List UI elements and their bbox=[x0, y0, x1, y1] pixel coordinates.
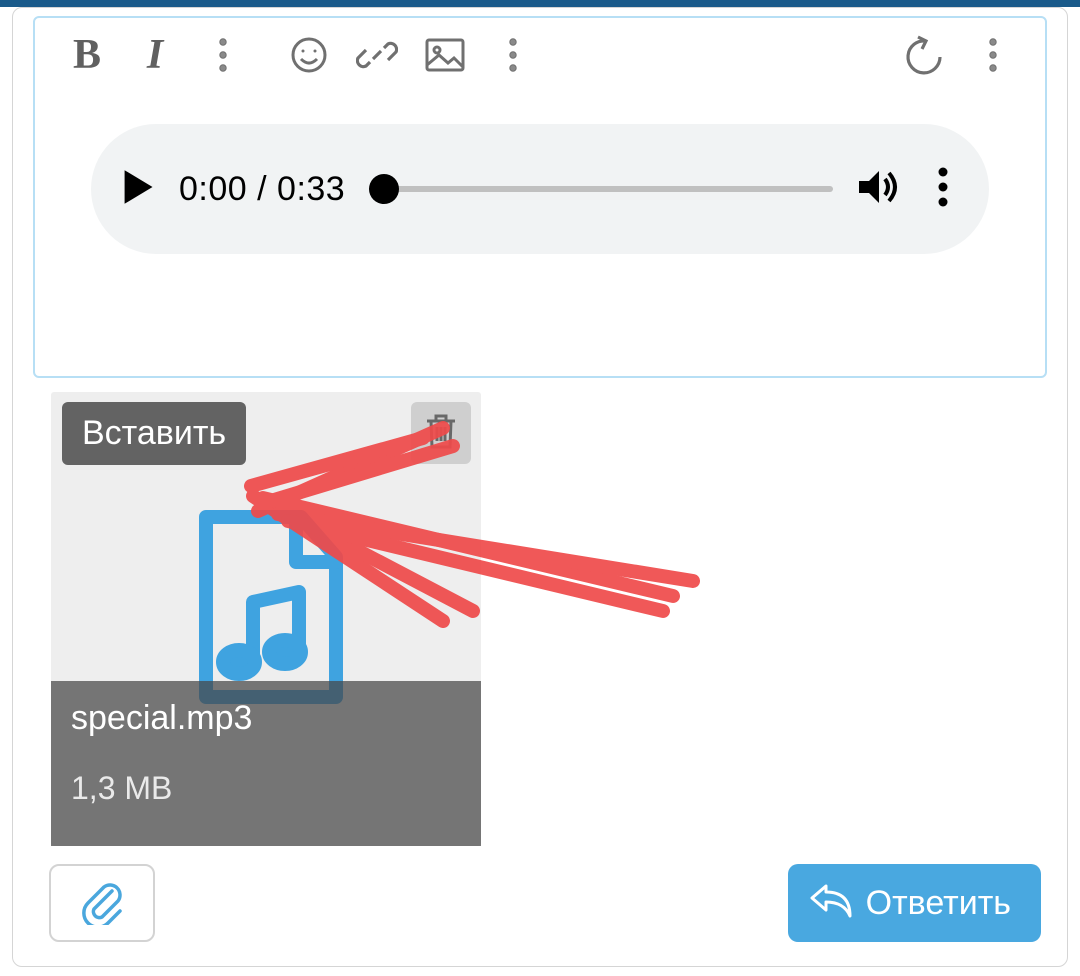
image-button[interactable] bbox=[411, 26, 479, 84]
audio-duration: 0:33 bbox=[277, 170, 345, 208]
insert-button[interactable]: Вставить bbox=[62, 402, 246, 465]
compose-footer: Ответить bbox=[13, 856, 1067, 966]
undo-button[interactable] bbox=[891, 26, 959, 84]
volume-button[interactable] bbox=[857, 167, 901, 212]
audio-current-time: 0:00 bbox=[179, 170, 247, 208]
italic-button[interactable]: I bbox=[121, 26, 189, 84]
more-actions-button[interactable] bbox=[959, 26, 1027, 84]
audio-seek-thumb[interactable] bbox=[369, 174, 399, 204]
reply-button[interactable]: Ответить bbox=[788, 864, 1041, 942]
attachment-card: Вставить special.mp3 1,3 MB bbox=[51, 392, 481, 846]
emoji-button[interactable] bbox=[275, 26, 343, 84]
bold-button[interactable]: B bbox=[53, 26, 121, 84]
attach-file-button[interactable] bbox=[49, 864, 155, 942]
reply-icon bbox=[810, 880, 852, 927]
play-button[interactable] bbox=[121, 168, 155, 211]
attachment-filesize: 1,3 MB bbox=[71, 770, 461, 807]
more-insert-button[interactable] bbox=[479, 26, 547, 84]
trash-icon bbox=[423, 411, 459, 456]
audio-seek-slider[interactable] bbox=[369, 179, 833, 199]
editor-area[interactable]: B I bbox=[33, 16, 1047, 378]
audio-player: 0:00 / 0:33 bbox=[91, 124, 989, 254]
audio-menu-button[interactable] bbox=[937, 166, 949, 213]
app-header-bar bbox=[0, 0, 1080, 7]
compose-panel: B I bbox=[12, 7, 1068, 967]
attachment-info: special.mp3 1,3 MB bbox=[51, 681, 481, 846]
link-button[interactable] bbox=[343, 26, 411, 84]
more-formatting-button[interactable] bbox=[189, 26, 257, 84]
attachment-filename: special.mp3 bbox=[71, 699, 461, 738]
audio-player-container: 0:00 / 0:33 bbox=[91, 124, 989, 254]
paperclip-icon bbox=[80, 877, 124, 930]
reply-button-label: Ответить bbox=[866, 884, 1011, 923]
audio-time-display: 0:00 / 0:33 bbox=[179, 170, 345, 209]
editor-toolbar: B I bbox=[35, 18, 1045, 92]
delete-attachment-button[interactable] bbox=[411, 402, 471, 464]
